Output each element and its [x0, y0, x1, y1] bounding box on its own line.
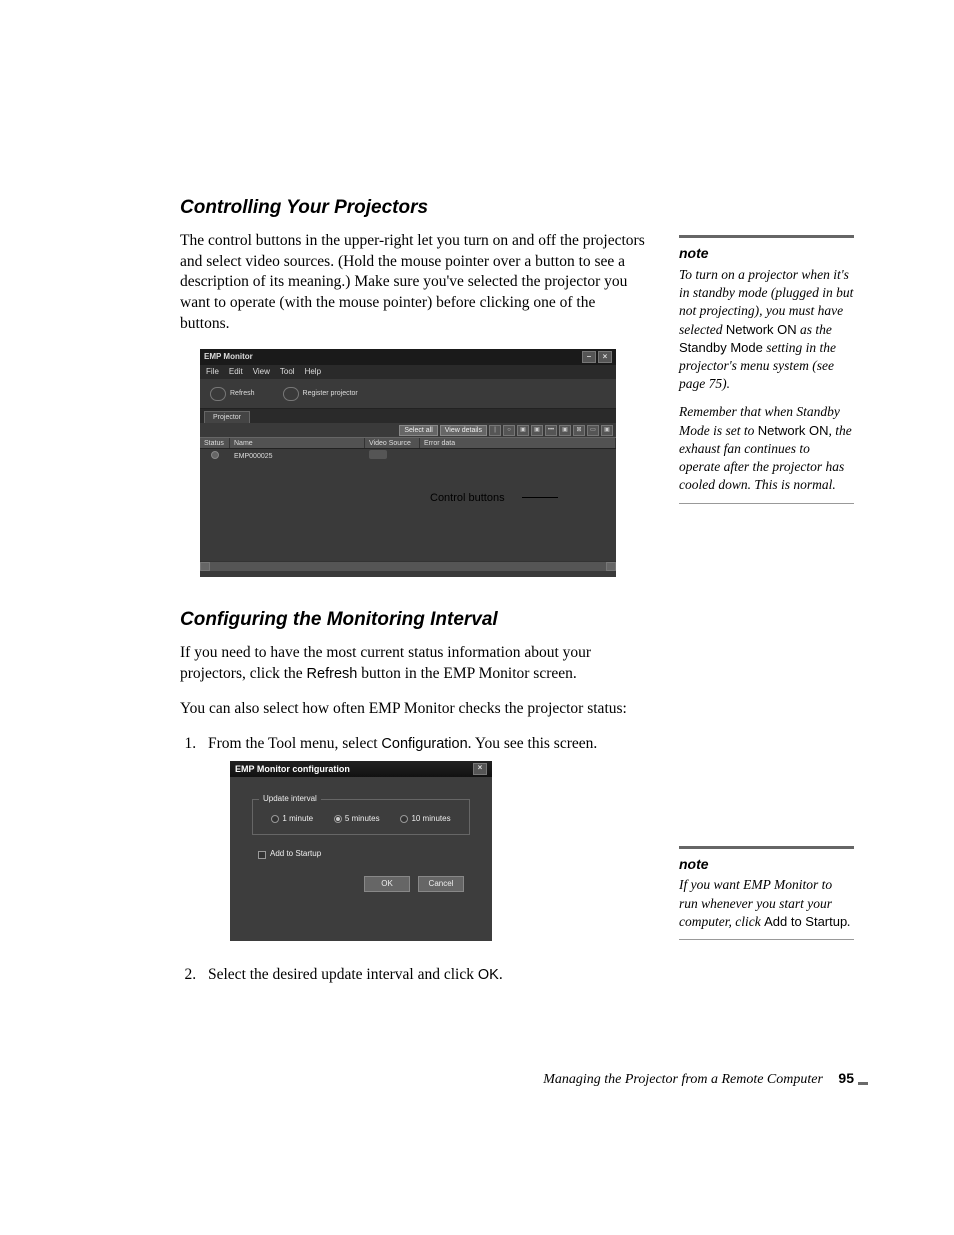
- page-footer: Managing the Projector from a Remote Com…: [0, 1069, 954, 1090]
- control-btn-5[interactable]: •••: [545, 425, 557, 436]
- register-label: Register projector: [303, 389, 358, 398]
- control-btn-9[interactable]: ▣: [601, 425, 613, 436]
- table-row[interactable]: EMP000025: [200, 449, 616, 463]
- emp-button-row: Select all View details | ○ ▣ ▣ ••• ▣ ⊠ …: [200, 423, 616, 437]
- register-tool[interactable]: Register projector: [283, 387, 358, 401]
- note-label: note: [679, 244, 854, 263]
- emp-table-body: EMP000025 Control buttons: [200, 449, 616, 571]
- control-btn-2[interactable]: ○: [503, 425, 515, 436]
- scroll-left-icon[interactable]: [200, 562, 210, 571]
- close-button[interactable]: ×: [598, 351, 612, 363]
- callout-line: [522, 497, 558, 498]
- cancel-button[interactable]: Cancel: [418, 876, 464, 892]
- radio-icon: [271, 815, 279, 823]
- control-btn-4[interactable]: ▣: [531, 425, 543, 436]
- cfg-titlebar: EMP Monitor configuration ×: [230, 761, 492, 777]
- status-icon: [211, 451, 219, 459]
- text: From the Tool menu, select: [208, 735, 381, 752]
- radio-1min[interactable]: 1 minute: [271, 814, 313, 825]
- control-btn-7[interactable]: ⊠: [573, 425, 585, 436]
- emp-tabs: Projector: [200, 409, 616, 423]
- control-btn-6[interactable]: ▣: [559, 425, 571, 436]
- update-interval-group: Update interval 1 minute 5 minutes 10 mi…: [252, 799, 470, 836]
- col-name: Name: [230, 438, 365, 448]
- col-status: Status: [200, 438, 230, 448]
- col-video: Video Source: [365, 438, 420, 448]
- menu-help[interactable]: Help: [305, 367, 321, 378]
- control-btn-3[interactable]: ▣: [517, 425, 529, 436]
- text: as the: [797, 322, 832, 337]
- scroll-right-icon[interactable]: [606, 562, 616, 571]
- select-all-button[interactable]: Select all: [399, 425, 437, 436]
- video-source-icon: [369, 450, 387, 459]
- configuration-term: Configuration: [381, 736, 467, 752]
- minimize-button[interactable]: –: [582, 351, 596, 363]
- add-to-startup-term: Add to Startup: [764, 914, 847, 929]
- text: .: [847, 914, 850, 929]
- menu-file[interactable]: File: [206, 367, 219, 378]
- step-2: Select the desired update interval and c…: [200, 965, 645, 986]
- tab-projector[interactable]: Projector: [204, 411, 250, 423]
- refresh-label: Refresh: [230, 389, 255, 398]
- col-error: Error data: [420, 438, 616, 448]
- emp-title-text: EMP Monitor: [204, 352, 253, 363]
- text: button in the EMP Monitor screen.: [357, 665, 576, 682]
- step-1: From the Tool menu, select Configuration…: [200, 734, 645, 941]
- opt-label: 10 minutes: [411, 814, 450, 825]
- refresh-tool[interactable]: Refresh: [210, 387, 255, 401]
- row-name: EMP000025: [230, 452, 365, 461]
- emp-table-headers: Status Name Video Source Error data: [200, 437, 616, 449]
- config-dialog: EMP Monitor configuration × Update inter…: [230, 761, 492, 941]
- emp-toolbar: Refresh Register projector: [200, 379, 616, 409]
- ok-button[interactable]: OK: [364, 876, 410, 892]
- radio-10min[interactable]: 10 minutes: [400, 814, 450, 825]
- footer-rule: [858, 1082, 868, 1085]
- heading-configuring: Configuring the Monitoring Interval: [180, 607, 645, 633]
- register-icon: [283, 387, 299, 401]
- text: . You see this screen.: [468, 735, 598, 752]
- para-control-intro: The control buttons in the upper-right l…: [180, 231, 645, 336]
- network-on-term: Network ON: [758, 423, 829, 438]
- callout-label: Control buttons: [430, 491, 505, 506]
- emp-monitor-window: EMP Monitor – × File Edit View Tool Help…: [200, 349, 616, 577]
- radio-icon: [334, 815, 342, 823]
- note-1: note To turn on a projector when it's in…: [679, 235, 854, 504]
- refresh-term: Refresh: [307, 666, 358, 682]
- add-to-startup-checkbox[interactable]: Add to Startup: [258, 849, 470, 860]
- para-refresh: If you need to have the most current sta…: [180, 643, 645, 685]
- ok-term: OK: [478, 967, 499, 983]
- note-2: note If you want EMP Monitor to run when…: [679, 846, 854, 941]
- footer-text: Managing the Projector from a Remote Com…: [543, 1072, 823, 1087]
- group-label: Update interval: [259, 794, 321, 805]
- note-label: note: [679, 855, 854, 874]
- control-btn-8[interactable]: ▭: [587, 425, 599, 436]
- heading-controlling: Controlling Your Projectors: [180, 195, 645, 221]
- opt-label: 5 minutes: [345, 814, 380, 825]
- view-details-button[interactable]: View details: [440, 425, 487, 436]
- control-btn-1[interactable]: |: [489, 425, 501, 436]
- opt-label: 1 minute: [282, 814, 313, 825]
- refresh-icon: [210, 387, 226, 401]
- menu-tool[interactable]: Tool: [280, 367, 295, 378]
- para-select-often: You can also select how often EMP Monito…: [180, 699, 645, 720]
- cfg-close-button[interactable]: ×: [473, 763, 487, 775]
- text: .: [499, 966, 503, 983]
- radio-5min[interactable]: 5 minutes: [334, 814, 380, 825]
- network-on-term: Network ON: [726, 322, 797, 337]
- page-number: 95: [838, 1070, 854, 1086]
- standby-mode-term: Standby Mode: [679, 340, 763, 355]
- menu-edit[interactable]: Edit: [229, 367, 243, 378]
- emp-titlebar: EMP Monitor – ×: [200, 349, 616, 365]
- chk-label: Add to Startup: [270, 849, 321, 860]
- checkbox-icon: [258, 851, 266, 859]
- cfg-title-text: EMP Monitor configuration: [235, 763, 350, 775]
- menu-view[interactable]: View: [253, 367, 270, 378]
- emp-scrollbar[interactable]: [200, 561, 616, 571]
- radio-icon: [400, 815, 408, 823]
- emp-menubar: File Edit View Tool Help: [200, 365, 616, 379]
- text: Select the desired update interval and c…: [208, 966, 478, 983]
